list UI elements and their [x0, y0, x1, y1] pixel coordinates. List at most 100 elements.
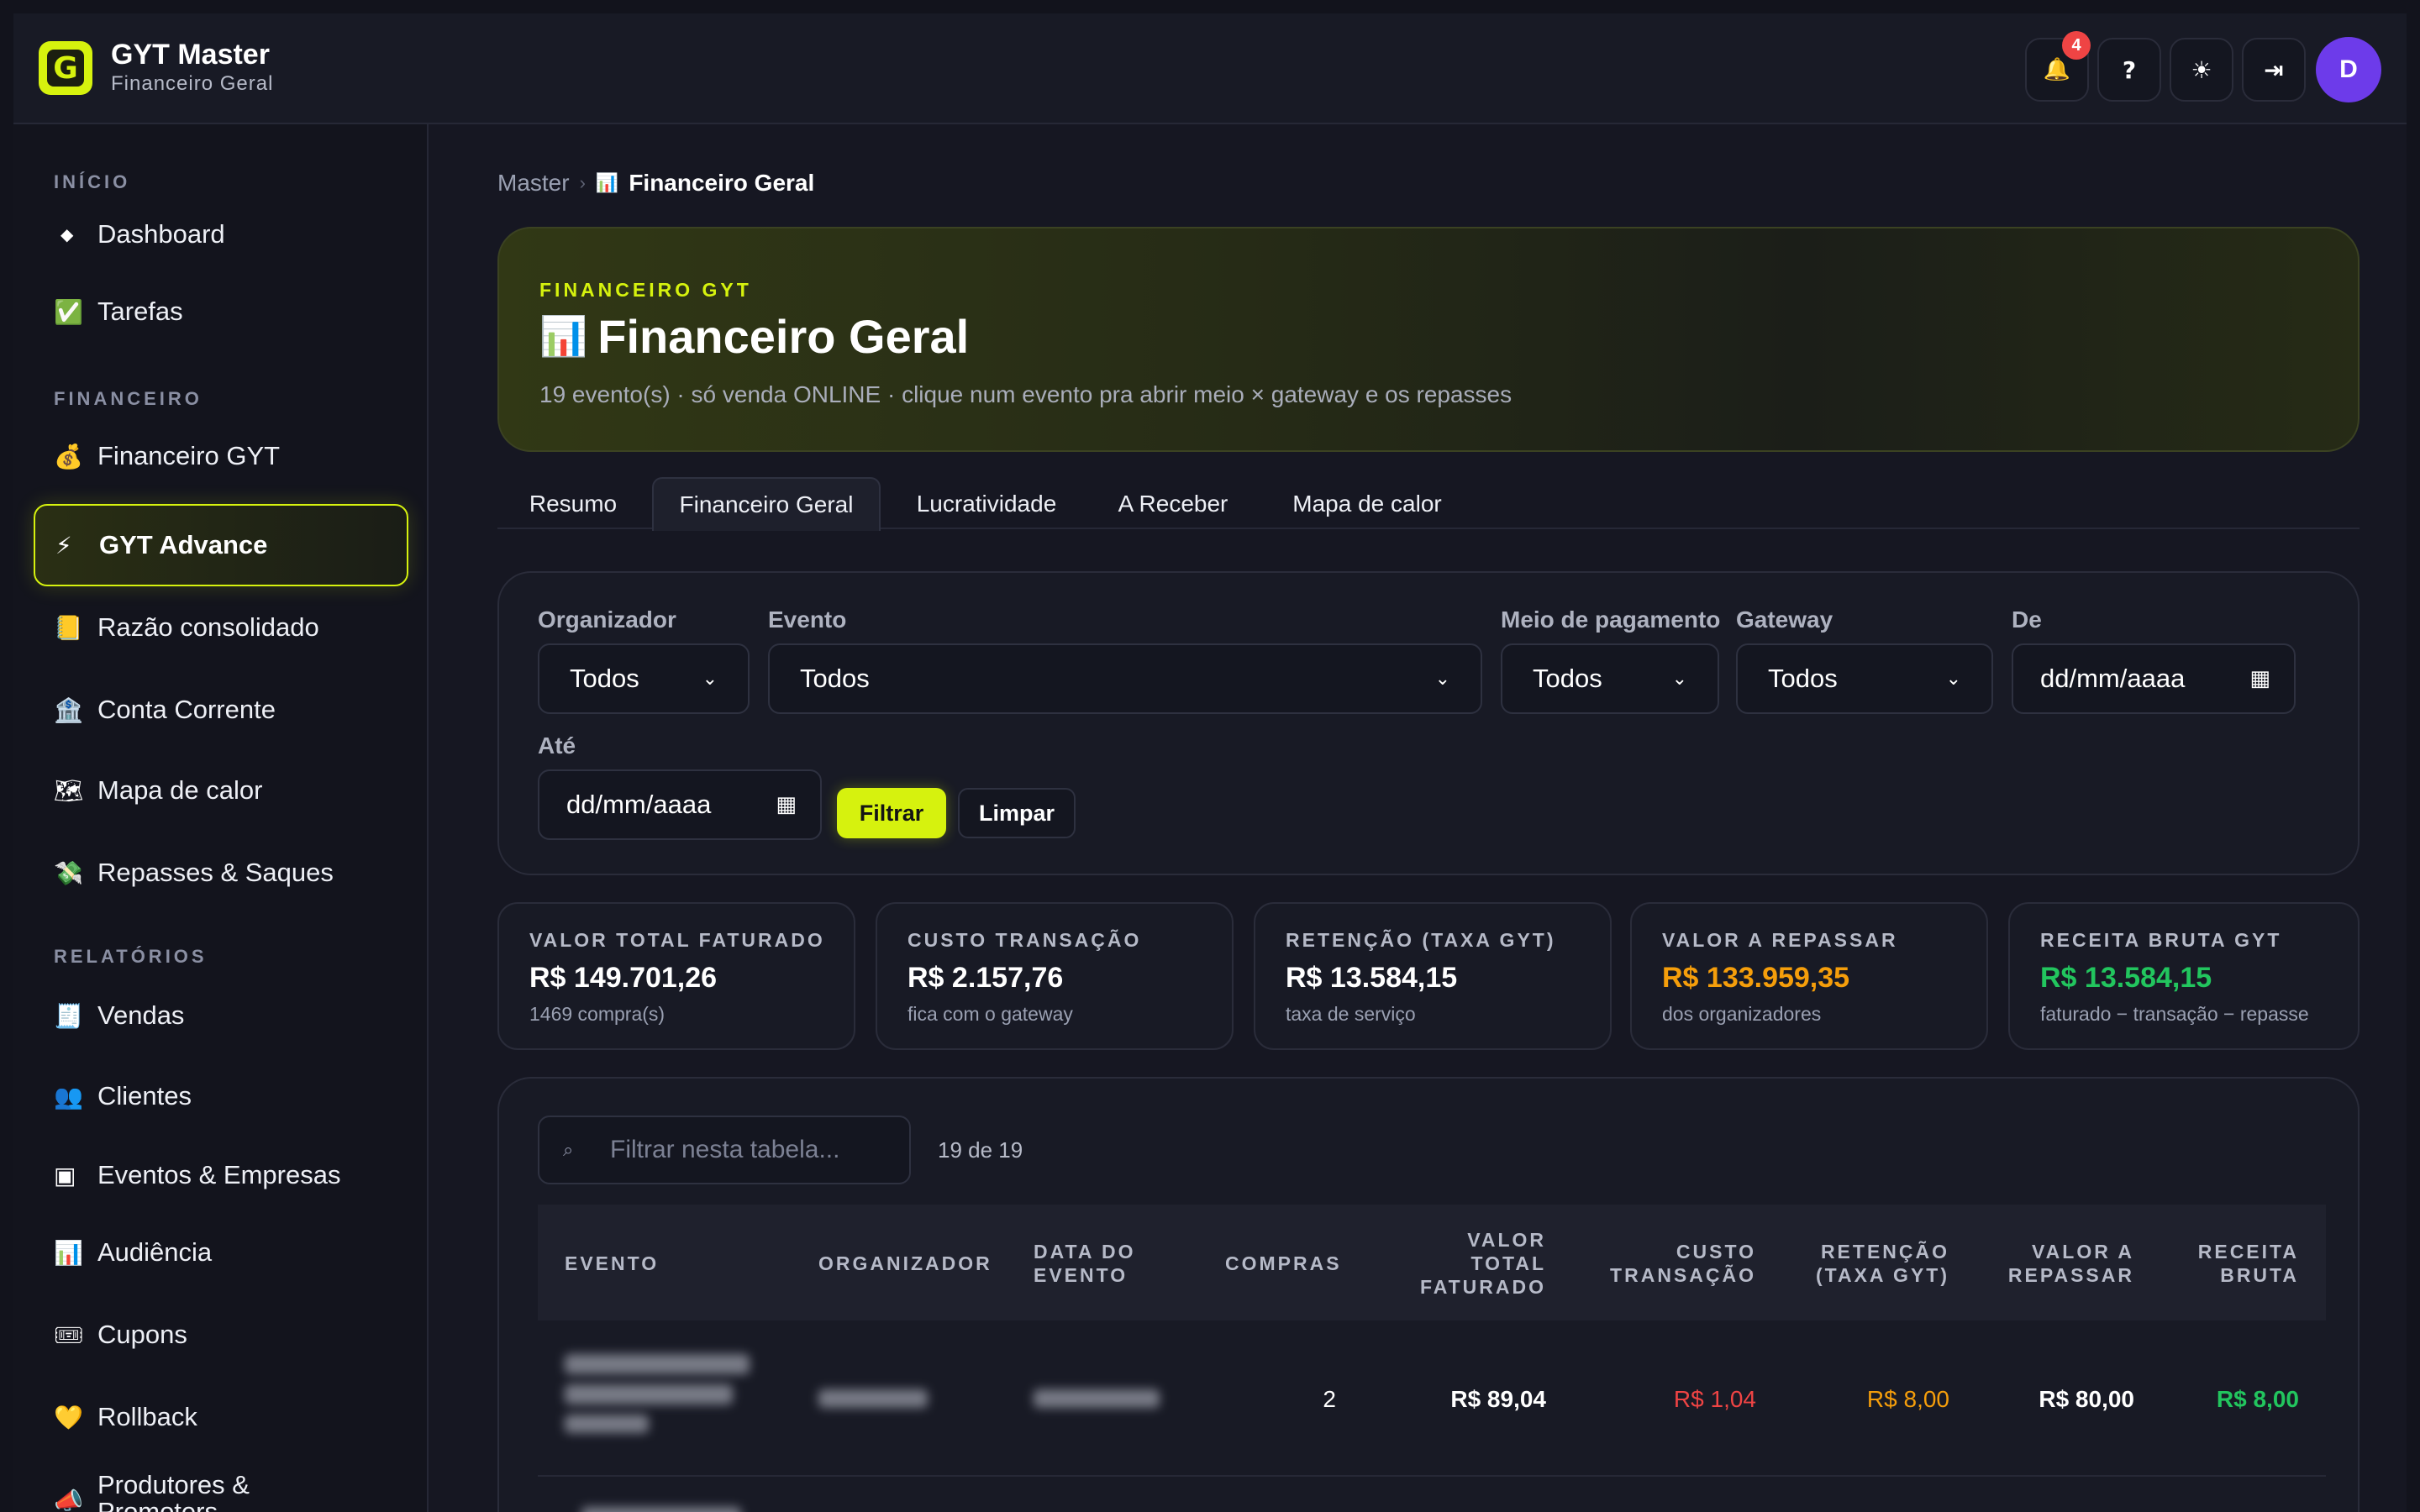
column-custo-transacao[interactable]: CUSTO TRANSAÇÃO [1605, 1240, 1756, 1287]
tab-a-receber[interactable]: A Receber [1089, 477, 1257, 531]
users-icon: 👥 [54, 1082, 83, 1110]
app-logo[interactable]: G [39, 41, 92, 95]
tab-mapa-de-calor[interactable]: Mapa de calor [1270, 477, 1464, 531]
sidebar-item-gyt-advance[interactable]: ⚡ GYT Advance [34, 504, 408, 586]
sidebar-item-tarefas[interactable]: ✅ Tarefas [34, 276, 408, 348]
bank-icon: 🏦 [54, 696, 83, 724]
logout-button[interactable]: ⇥ [2242, 38, 2306, 102]
sidebar-item-label: Rollback [97, 1402, 197, 1431]
sun-icon: ☀ [2191, 55, 2212, 84]
heart-icon: 💛 [54, 1403, 83, 1431]
chevron-down-icon: ⌄ [702, 668, 718, 690]
sidebar-item-label: Cupons [97, 1320, 187, 1349]
limpar-button[interactable]: Limpar [958, 788, 1076, 838]
lightning-icon: ⚡ [55, 531, 72, 559]
calendar-icon[interactable]: ▦ [2249, 666, 2270, 691]
column-receita-bruta[interactable]: RECEITA BRUTA [2176, 1240, 2299, 1287]
sidebar-item-eventos-empresas[interactable]: ▣ Eventos & Empresas [34, 1139, 408, 1211]
redacted-event-name [565, 1354, 750, 1374]
column-data-evento[interactable]: DATA DO EVENTO [1034, 1240, 1151, 1287]
sidebar-item-vendas[interactable]: 🧾 Vendas [34, 979, 408, 1052]
breadcrumb-root[interactable]: Master [497, 170, 570, 197]
kpi-value: R$ 149.701,26 [529, 962, 718, 994]
filtrar-button[interactable]: Filtrar [837, 788, 946, 838]
kpi-value: R$ 13.584,15 [2040, 962, 2212, 994]
notifications-button[interactable]: 🔔 4 [2025, 31, 2091, 102]
bell-icon: 🔔 [2043, 57, 2071, 82]
main-content: Master › 📊 Financeiro Geral FINANCEIRO G… [430, 124, 2407, 1512]
table-count: 19 de 19 [938, 1137, 1023, 1163]
column-valor-repassar[interactable]: VALOR A REPASSAR [1983, 1240, 2134, 1287]
tab-financeiro-geral[interactable]: Financeiro Geral [652, 477, 881, 531]
column-compras[interactable]: COMPRAS [1225, 1252, 1342, 1275]
kpi-label: RETENÇÃO (TAXA GYT) [1286, 929, 1556, 951]
table-row[interactable] [538, 1478, 2326, 1512]
table-search-input[interactable] [610, 1136, 896, 1164]
breadcrumb: Master › 📊 Financeiro Geral [497, 170, 814, 197]
column-valor-total-faturado[interactable]: VALOR TOTAL FATURADO [1412, 1228, 1546, 1299]
ledger-icon: 📒 [54, 613, 83, 642]
diamond-icon: ◆ [60, 224, 74, 244]
receipt-icon: 🧾 [54, 1001, 83, 1030]
help-button[interactable]: ? [2097, 38, 2161, 102]
table-row[interactable]: 2 R$ 89,04 R$ 1,04 R$ 8,00 R$ 80,00 R$ 8… [538, 1320, 2326, 1477]
column-retencao[interactable]: RETENÇÃO (TAXA GYT) [1781, 1240, 1949, 1287]
sidebar-item-label: Clientes [97, 1081, 192, 1110]
cell-faturado: R$ 89,04 [1450, 1386, 1546, 1412]
kpi-sub: faturado − transação − repasse [2040, 1003, 2309, 1025]
column-evento[interactable]: EVENTO [565, 1252, 659, 1275]
ate-label: Até [538, 732, 576, 759]
sidebar-item-razao-consolidado[interactable]: 📒 Razão consolidado [34, 591, 408, 664]
sidebar-item-cupons[interactable]: 🎟 Cupons [34, 1299, 408, 1371]
sidebar-item-audiencia[interactable]: 📊 Audiência [34, 1216, 408, 1289]
user-avatar[interactable]: D [2316, 37, 2381, 102]
breadcrumb-current: Financeiro Geral [629, 170, 815, 196]
evento-select[interactable]: Todos ⌄ [768, 643, 1482, 714]
help-icon: ? [2122, 55, 2137, 84]
sidebar-item-clientes[interactable]: 👥 Clientes [34, 1060, 408, 1132]
kpi-label: VALOR A REPASSAR [1662, 929, 1898, 951]
sidebar-section-relatorios: RELATÓRIOS [54, 946, 208, 967]
map-icon: 🗺 [54, 776, 84, 805]
sidebar-item-rollback[interactable]: 💛 Rollback [34, 1381, 408, 1453]
kpi-value: R$ 133.959,35 [1662, 962, 1850, 994]
tab-lucratividade[interactable]: Lucratividade [894, 477, 1079, 531]
column-organizador[interactable]: ORGANIZADOR [818, 1252, 992, 1275]
table-search[interactable]: ⌕ [538, 1116, 911, 1184]
sidebar: INÍCIO ◆ Dashboard ✅ Tarefas FINANCEIRO … [13, 124, 429, 1512]
kpi-value: R$ 2.157,76 [908, 962, 1064, 994]
sidebar-item-conta-corrente[interactable]: 🏦 Conta Corrente [34, 674, 408, 746]
organizador-select[interactable]: Todos ⌄ [538, 643, 750, 714]
money-bag-icon: 💰 [54, 442, 83, 470]
cell-compras: 2 [1323, 1386, 1336, 1412]
sidebar-item-dashboard[interactable]: ◆ Dashboard [34, 198, 408, 270]
cell-custo: R$ 1,04 [1673, 1386, 1756, 1412]
chevron-down-icon: ⌄ [1434, 668, 1450, 690]
de-date-input[interactable]: dd/mm/aaaa ▦ [2012, 643, 2296, 714]
page-hero: FINANCEIRO GYT 📊 Financeiro Geral 19 eve… [497, 227, 2360, 452]
kpi-sub: taxa de serviço [1286, 1003, 1416, 1025]
sidebar-item-produtores-promoters[interactable]: 📣 Produtores & Promoters [34, 1460, 408, 1512]
redacted-date [1034, 1389, 1160, 1408]
sidebar-item-label: Financeiro GYT [97, 441, 281, 470]
tab-resumo[interactable]: Resumo [497, 477, 649, 531]
kpi-label: VALOR TOTAL FATURADO [529, 929, 825, 951]
sidebar-item-label: Produtores & Promoters [97, 1470, 250, 1512]
redacted-organizer [818, 1389, 928, 1408]
calendar-icon[interactable]: ▦ [776, 792, 797, 817]
theme-toggle-button[interactable]: ☀ [2170, 38, 2233, 102]
kpi-sub: fica com o gateway [908, 1003, 1073, 1025]
meio-pagamento-select[interactable]: Todos ⌄ [1501, 643, 1719, 714]
gateway-value: Todos [1768, 664, 1838, 693]
sidebar-item-repasses-saques[interactable]: 💸 Repasses & Saques [34, 837, 408, 909]
top-header: G GYT Master Financeiro Geral 🔔 4 ? ☀ ⇥ … [13, 13, 2407, 124]
sidebar-item-financeiro-gyt[interactable]: 💰 Financeiro GYT [34, 420, 408, 492]
meio-pagamento-label: Meio de pagamento [1501, 606, 1721, 633]
gateway-select[interactable]: Todos ⌄ [1736, 643, 1993, 714]
cell-retencao: R$ 8,00 [1866, 1386, 1949, 1412]
sidebar-item-mapa-de-calor[interactable]: 🗺 Mapa de calor [34, 754, 408, 827]
kpi-value: R$ 13.584,15 [1286, 962, 1458, 994]
sidebar-item-label: Tarefas [97, 297, 183, 326]
ate-date-input[interactable]: dd/mm/aaaa ▦ [538, 769, 822, 840]
events-table-card: ⌕ 19 de 19 EVENTO ORGANIZADOR DATA DO EV… [497, 1077, 2360, 1512]
